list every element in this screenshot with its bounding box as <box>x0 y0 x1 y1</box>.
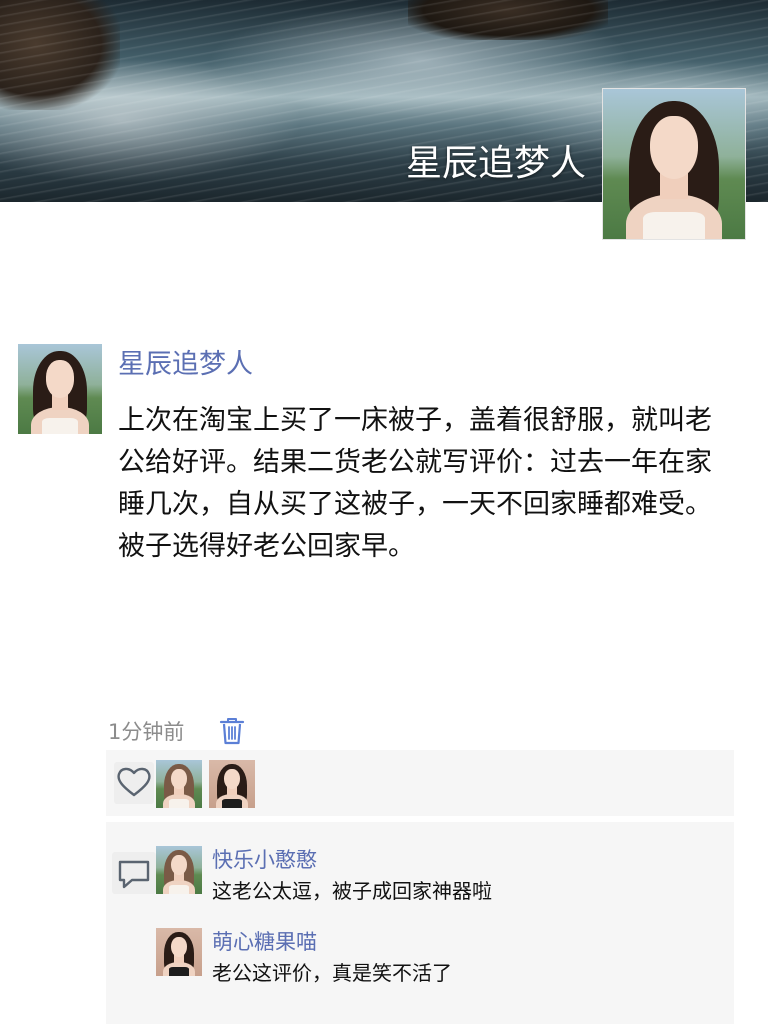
comments-panel: 快乐小憨憨 这老公太逗，被子成回家神器啦 萌心糖果喵 老公这评价，真是笑不活了 <box>106 822 734 1024</box>
cover-avatar[interactable] <box>602 88 746 240</box>
heart-icon[interactable] <box>114 762 154 804</box>
comment-bubble-icon[interactable] <box>112 852 156 894</box>
likes-panel <box>106 750 734 816</box>
cover-username: 星辰追梦人 <box>405 143 586 184</box>
comment-text: 这老公太逗，被子成回家神器啦 <box>212 879 492 903</box>
comment-avatar[interactable] <box>156 928 202 976</box>
like-avatar[interactable] <box>209 760 255 808</box>
like-avatar[interactable] <box>156 760 202 808</box>
comment-text: 老公这评价，真是笑不活了 <box>212 961 452 985</box>
trash-icon[interactable] <box>219 716 245 746</box>
post-avatar[interactable] <box>18 344 102 434</box>
comment-author-name[interactable]: 萌心糖果喵 <box>212 926 317 956</box>
post-content: 上次在淘宝上买了一床被子，盖着很舒服，就叫老公给好评。结果二货老公就写评价：过去… <box>118 405 712 562</box>
comment-author-name[interactable]: 快乐小憨憨 <box>212 844 317 874</box>
comment-avatar[interactable] <box>156 846 202 894</box>
post-author-name[interactable]: 星辰追梦人 <box>118 342 253 381</box>
post-timestamp: 1分钟前 <box>108 720 185 744</box>
